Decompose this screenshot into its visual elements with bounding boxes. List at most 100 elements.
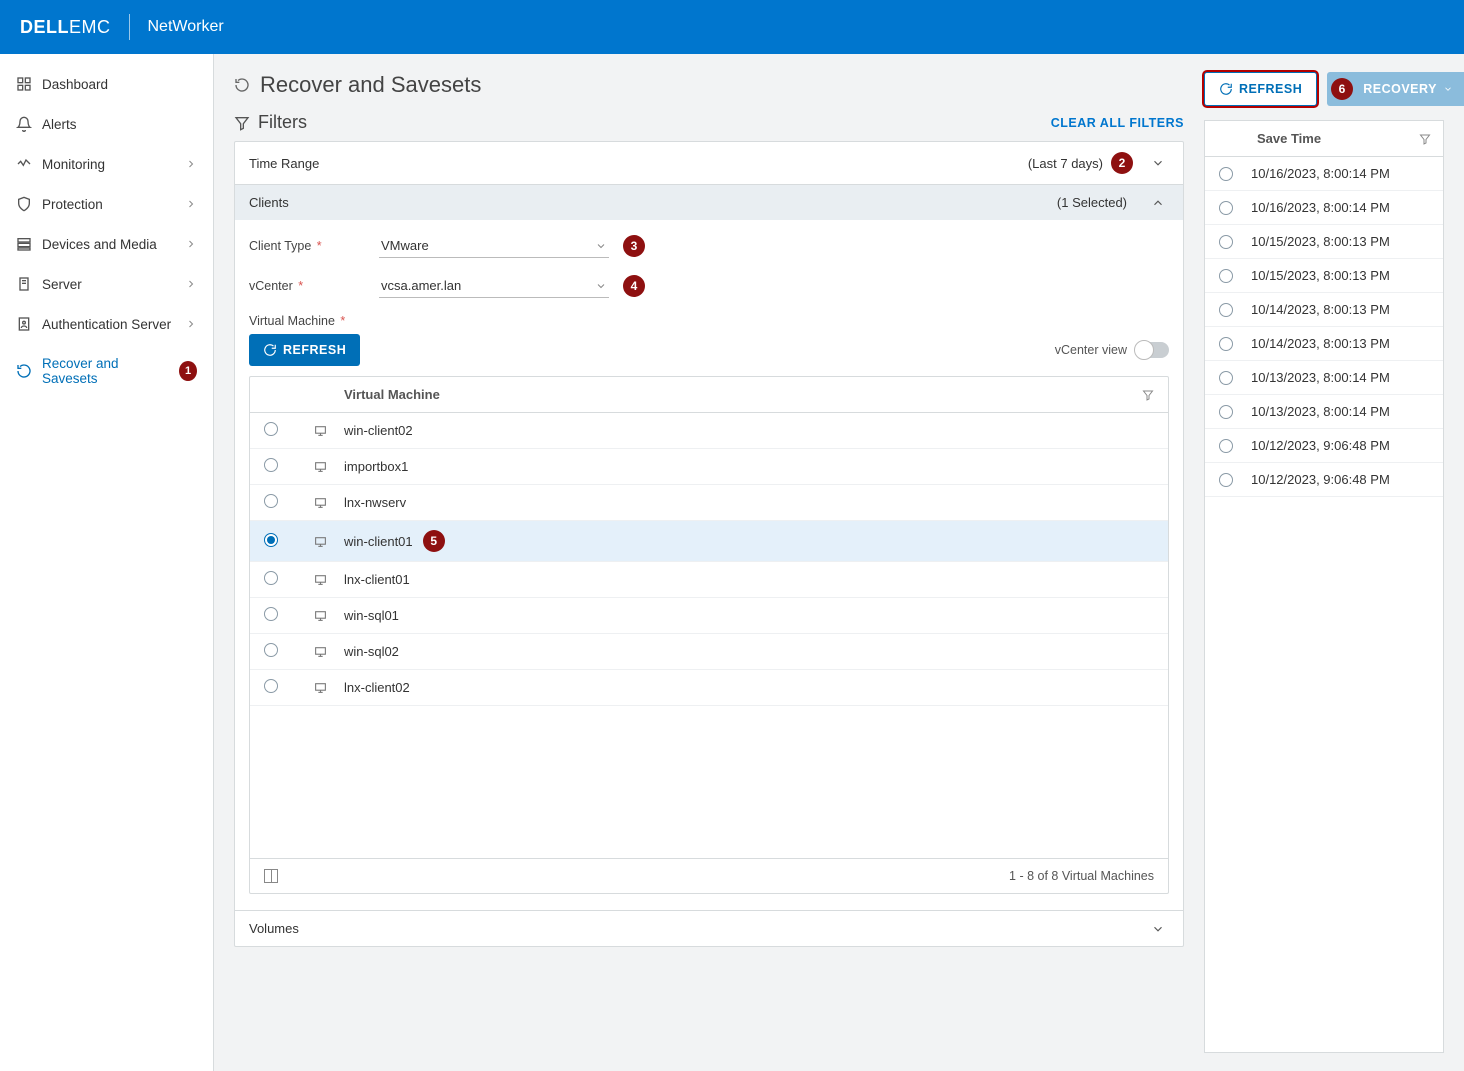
- sidebar-item-alerts[interactable]: Alerts: [0, 104, 213, 144]
- vm-row[interactable]: win-sql01: [250, 598, 1168, 634]
- sidebar-item-label: Alerts: [42, 117, 77, 132]
- save-time-value: 10/13/2023, 8:00:14 PM: [1251, 404, 1390, 419]
- radio[interactable]: [1219, 371, 1233, 385]
- brand-divider: [129, 14, 130, 40]
- vm-row[interactable]: lnx-client02: [250, 670, 1168, 706]
- radio[interactable]: [1219, 269, 1233, 283]
- radio[interactable]: [264, 679, 278, 693]
- vcenter-value: vcsa.amer.lan: [381, 278, 461, 293]
- radio[interactable]: [1219, 337, 1233, 351]
- columns-icon[interactable]: [264, 869, 278, 883]
- client-type-select[interactable]: VMware: [379, 234, 609, 258]
- brand: DELLEMC: [20, 17, 111, 38]
- filters-label: Filters: [234, 112, 307, 133]
- sidebar-item-authentication-server[interactable]: Authentication Server: [0, 304, 213, 344]
- sidebar-item-monitoring[interactable]: Monitoring: [0, 144, 213, 184]
- radio[interactable]: [264, 571, 278, 585]
- radio[interactable]: [1219, 439, 1233, 453]
- callout-2: 2: [1111, 152, 1133, 174]
- sidebar-item-dashboard[interactable]: Dashboard: [0, 64, 213, 104]
- sidebar-item-recover-and-savesets[interactable]: Recover and Savesets1: [0, 344, 213, 398]
- vcenter-view-toggle[interactable]: [1135, 342, 1169, 358]
- clients-body: Client Type * VMware 3 vCenter * vcsa.am…: [235, 220, 1183, 902]
- radio[interactable]: [1219, 235, 1233, 249]
- save-time-row[interactable]: 10/12/2023, 9:06:48 PM: [1205, 429, 1443, 463]
- save-time-row[interactable]: 10/15/2023, 8:00:13 PM: [1205, 259, 1443, 293]
- vm-label: Virtual Machine: [249, 314, 335, 328]
- clients-accordion[interactable]: Clients (1 Selected): [235, 184, 1183, 220]
- callout-3: 3: [623, 235, 645, 257]
- radio[interactable]: [264, 458, 278, 472]
- save-time-value: 10/13/2023, 8:00:14 PM: [1251, 370, 1390, 385]
- vm-refresh-button[interactable]: REFRESH: [249, 334, 360, 366]
- recovery-button[interactable]: 6 RECOVERY: [1327, 72, 1464, 106]
- save-time-row[interactable]: 10/14/2023, 8:00:13 PM: [1205, 293, 1443, 327]
- save-time-value: 10/14/2023, 8:00:13 PM: [1251, 336, 1390, 351]
- chevron-down-icon: [595, 240, 607, 252]
- save-time-header-label: Save Time: [1257, 131, 1321, 146]
- radio[interactable]: [264, 607, 278, 621]
- radio[interactable]: [1219, 201, 1233, 215]
- filters-text: Filters: [258, 112, 307, 133]
- vm-icon: [314, 573, 344, 586]
- client-type-value: VMware: [381, 238, 429, 253]
- radio[interactable]: [1219, 167, 1233, 181]
- shield-icon: [16, 196, 32, 212]
- vm-name: win-client02: [344, 423, 413, 438]
- chevron-right-icon: [185, 238, 197, 250]
- column-filter-icon[interactable]: [1419, 133, 1431, 145]
- column-filter-icon[interactable]: [1142, 389, 1154, 401]
- sidebar-item-server[interactable]: Server: [0, 264, 213, 304]
- brand-dell: DELL: [20, 17, 69, 37]
- save-time-value: 10/15/2023, 8:00:13 PM: [1251, 234, 1390, 249]
- save-time-row[interactable]: 10/16/2023, 8:00:14 PM: [1205, 157, 1443, 191]
- save-time-row[interactable]: 10/14/2023, 8:00:13 PM: [1205, 327, 1443, 361]
- radio[interactable]: [264, 533, 278, 547]
- vm-row[interactable]: importbox1: [250, 449, 1168, 485]
- refresh-button[interactable]: REFRESH: [1204, 72, 1317, 106]
- time-range-label: Time Range: [249, 156, 319, 171]
- sidebar-item-label: Authentication Server: [42, 317, 171, 332]
- vm-row[interactable]: win-sql02: [250, 634, 1168, 670]
- vcenter-select[interactable]: vcsa.amer.lan: [379, 274, 609, 298]
- chevron-right-icon: [185, 158, 197, 170]
- chevron-up-icon: [1151, 196, 1169, 210]
- callout-5: 5: [423, 530, 445, 552]
- recover-icon: [234, 77, 250, 93]
- radio[interactable]: [1219, 405, 1233, 419]
- save-time-row[interactable]: 10/13/2023, 8:00:14 PM: [1205, 361, 1443, 395]
- radio[interactable]: [264, 494, 278, 508]
- page-title-row: Recover and Savesets: [234, 72, 1184, 98]
- save-time-row[interactable]: 10/12/2023, 9:06:48 PM: [1205, 463, 1443, 497]
- clear-all-filters[interactable]: CLEAR ALL FILTERS: [1051, 116, 1184, 130]
- sidebar-item-protection[interactable]: Protection: [0, 184, 213, 224]
- radio[interactable]: [1219, 473, 1233, 487]
- vm-icon: [314, 535, 344, 548]
- chevron-right-icon: [185, 278, 197, 290]
- save-time-row[interactable]: 10/15/2023, 8:00:13 PM: [1205, 225, 1443, 259]
- sidebar-item-devices-and-media[interactable]: Devices and Media: [0, 224, 213, 264]
- radio[interactable]: [1219, 303, 1233, 317]
- clients-label: Clients: [249, 195, 289, 210]
- sidebar-item-label: Recover and Savesets: [42, 356, 163, 386]
- vm-row[interactable]: lnx-nwserv: [250, 485, 1168, 521]
- time-range-accordion[interactable]: Time Range (Last 7 days) 2: [235, 142, 1183, 184]
- vm-grid-header: Virtual Machine: [250, 377, 1168, 413]
- client-type-label: Client Type *: [249, 239, 379, 253]
- radio[interactable]: [264, 643, 278, 657]
- chevron-down-icon: [1151, 922, 1169, 936]
- radio[interactable]: [264, 422, 278, 436]
- chevron-down-icon: [595, 280, 607, 292]
- save-time-row[interactable]: 10/16/2023, 8:00:14 PM: [1205, 191, 1443, 225]
- vm-row[interactable]: win-client015: [250, 521, 1168, 562]
- topbar: DELLEMC NetWorker: [0, 0, 1464, 54]
- vm-row[interactable]: lnx-client01: [250, 562, 1168, 598]
- vm-grid-body: win-client02 importbox1lnx-nwservwin-clie…: [250, 413, 1168, 858]
- volumes-accordion[interactable]: Volumes: [235, 910, 1183, 946]
- sidebar: Dashboard Alerts MonitoringProtectionDevic…: [0, 54, 214, 1071]
- save-time-row[interactable]: 10/13/2023, 8:00:14 PM: [1205, 395, 1443, 429]
- chevron-right-icon: [185, 198, 197, 210]
- vm-icon: [314, 496, 344, 509]
- vm-grid-footer-text: 1 - 8 of 8 Virtual Machines: [1009, 869, 1154, 883]
- vm-row[interactable]: win-client02: [250, 413, 1168, 449]
